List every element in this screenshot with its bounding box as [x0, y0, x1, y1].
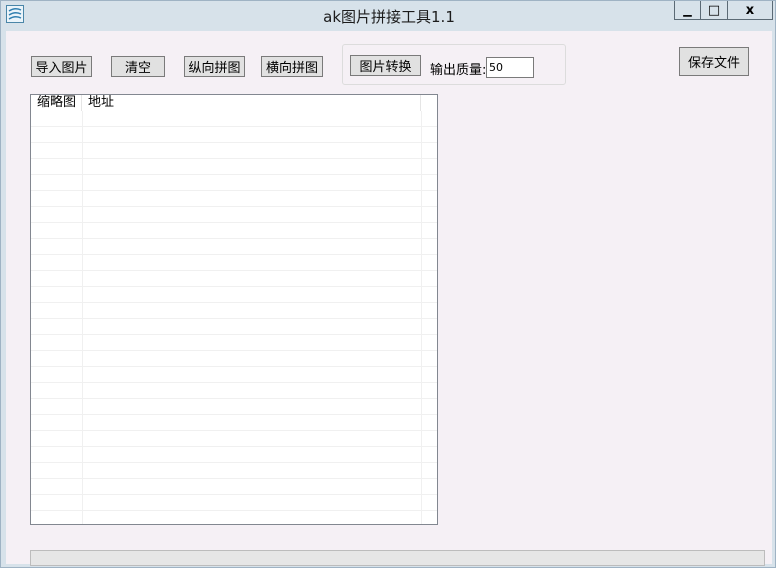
- column-divider: [82, 111, 83, 524]
- title-bar[interactable]: ak图片拼接工具1.1 ▁ □ x: [1, 1, 776, 31]
- maximize-icon: □: [707, 2, 721, 18]
- list-header: 缩略图 地址: [31, 95, 437, 111]
- output-quality-input[interactable]: [486, 57, 534, 78]
- vertical-stitch-button[interactable]: 纵向拼图: [184, 56, 245, 77]
- import-images-button[interactable]: 导入图片: [31, 56, 92, 77]
- image-convert-button[interactable]: 图片转换: [350, 55, 421, 76]
- image-list[interactable]: 缩略图 地址: [30, 94, 438, 525]
- column-header-thumbnail[interactable]: 缩略图: [31, 95, 82, 111]
- window-controls: ▁ □ x: [674, 1, 773, 21]
- window-title: ak图片拼接工具1.1: [323, 8, 455, 26]
- app-window: ak图片拼接工具1.1 ▁ □ x 导入图片 清空 纵向拼图 横向拼图 图片转换…: [0, 0, 776, 568]
- output-quality-label: 输出质量:: [430, 63, 487, 78]
- save-file-button[interactable]: 保存文件: [679, 47, 749, 76]
- minimize-icon: ▁: [683, 3, 692, 17]
- horizontal-stitch-button[interactable]: 横向拼图: [261, 56, 323, 77]
- close-icon: x: [745, 2, 755, 18]
- list-body[interactable]: [31, 111, 437, 524]
- maximize-button[interactable]: □: [701, 1, 728, 20]
- clear-button[interactable]: 清空: [111, 56, 165, 77]
- client-area: 导入图片 清空 纵向拼图 横向拼图 图片转换 输出质量: 保存文件 缩略图 地址: [6, 31, 772, 566]
- progress-bar: [30, 550, 765, 566]
- close-button[interactable]: x: [728, 1, 773, 20]
- column-header-path[interactable]: 地址: [82, 95, 421, 111]
- column-divider: [421, 111, 422, 524]
- minimize-button[interactable]: ▁: [674, 1, 701, 20]
